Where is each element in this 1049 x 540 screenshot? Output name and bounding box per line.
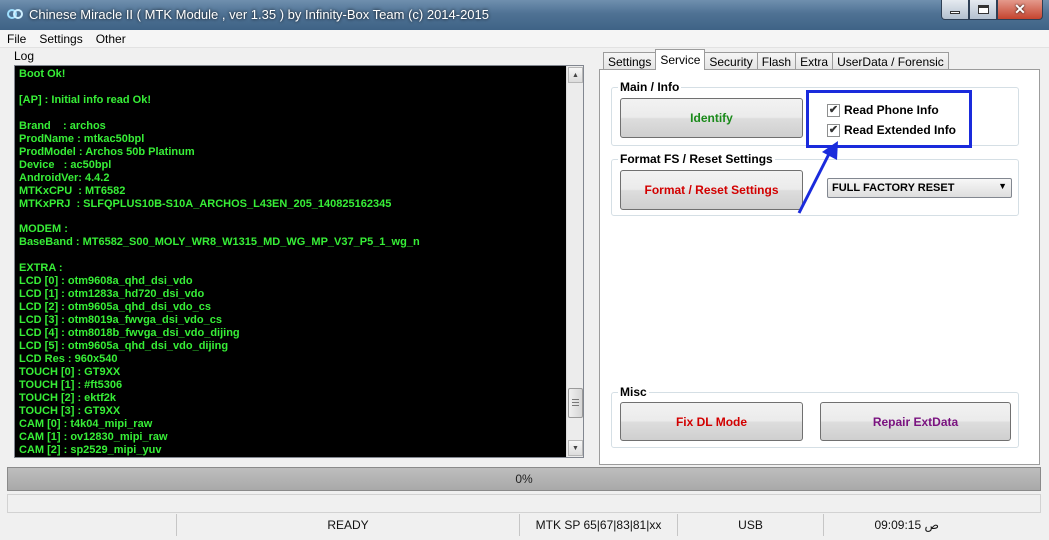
scroll-up-button[interactable]: ▲ bbox=[568, 67, 583, 83]
log-scrollbar[interactable]: ▲ ▼ bbox=[566, 66, 583, 457]
log-line: LCD [1] : otm1283a_hd720_dsi_vdo bbox=[19, 288, 205, 301]
format-reset-button[interactable]: Format / Reset Settings bbox=[620, 170, 803, 210]
arrow-up-icon: ▲ bbox=[572, 71, 579, 79]
reset-mode-value: FULL FACTORY RESET bbox=[832, 182, 955, 194]
log-line: EXTRA : bbox=[19, 262, 63, 275]
format-reset-title: Format FS / Reset Settings bbox=[618, 152, 775, 166]
menu-bar: File Settings Other bbox=[0, 30, 1049, 48]
status-time: 09:09:15 ص bbox=[823, 514, 999, 536]
log-line: CAM [1] : ov12830_mipi_raw bbox=[19, 430, 168, 443]
log-line: LCD [4] : otm8018b_fwvga_dsi_vdo_dijing bbox=[19, 327, 240, 340]
tab-security[interactable]: Security bbox=[704, 52, 758, 70]
status-bar: READY MTK SP 65|67|83|81|xx USB 09:09:15… bbox=[0, 514, 1049, 540]
progress-bar: 0% bbox=[7, 467, 1041, 491]
log-line: LCD [0] : otm9608a_qhd_dsi_vdo bbox=[19, 275, 193, 288]
app-logo-icon bbox=[7, 9, 23, 19]
fix-dl-mode-button[interactable]: Fix DL Mode bbox=[620, 402, 803, 441]
fix-dl-mode-label: Fix DL Mode bbox=[675, 414, 748, 429]
repair-extdata-button[interactable]: Repair ExtData bbox=[820, 402, 1011, 441]
reset-mode-select[interactable]: FULL FACTORY RESET ▼ bbox=[827, 178, 1012, 198]
log-line: [AP] : Initial info read Ok! bbox=[19, 93, 152, 106]
maximize-icon bbox=[977, 5, 989, 14]
log-text: Boot Ok! [AP] : Initial info read Ok! Br… bbox=[19, 68, 569, 456]
log-line: ProdName : mtkac50bpl bbox=[19, 132, 145, 145]
scroll-thumb[interactable] bbox=[568, 388, 583, 418]
repair-extdata-label: Repair ExtData bbox=[872, 414, 959, 429]
log-line: MTKxPRJ : SLFQPLUS10B-S10A_ARCHOS_L43EN_… bbox=[19, 197, 392, 210]
status-ports: MTK SP 65|67|83|81|xx bbox=[519, 514, 677, 536]
tab-settings[interactable]: Settings bbox=[603, 52, 657, 70]
tab-strip: Settings Service Security Flash Extra Us… bbox=[603, 49, 949, 70]
log-line: Boot Ok! bbox=[19, 68, 66, 80]
window-title: Chinese Miracle II ( MTK Module , ver 1.… bbox=[29, 7, 490, 22]
log-panel[interactable]: Boot Ok! [AP] : Initial info read Ok! Br… bbox=[14, 65, 584, 458]
identify-button[interactable]: Identify bbox=[620, 98, 803, 138]
log-line: LCD [3] : otm8019a_fwvga_dsi_vdo_cs bbox=[19, 314, 222, 327]
title-bar: Chinese Miracle II ( MTK Module , ver 1.… bbox=[0, 0, 1049, 30]
log-line: AndroidVer: 4.4.2 bbox=[19, 171, 110, 184]
window-controls: ✕ bbox=[941, 0, 1043, 20]
log-line: MODEM : bbox=[19, 223, 68, 236]
chevron-down-icon: ▼ bbox=[998, 181, 1007, 191]
log-line: ProdModel : Archos 50b Platinum bbox=[19, 145, 195, 158]
log-line: MTKxCPU : MT6582 bbox=[19, 184, 126, 197]
main-info-title: Main / Info bbox=[618, 80, 682, 94]
minimize-icon bbox=[950, 11, 960, 14]
secondary-status-strip bbox=[7, 494, 1041, 513]
log-line: LCD [2] : otm9605a_qhd_dsi_vdo_cs bbox=[19, 301, 211, 314]
menu-file[interactable]: File bbox=[0, 30, 32, 47]
log-line: BaseBand : MT6582_S00_MOLY_WR8_W1315_MD_… bbox=[19, 236, 420, 249]
tab-extra[interactable]: Extra bbox=[795, 52, 834, 70]
annotation-arrow-icon bbox=[797, 141, 838, 214]
identify-label: Identify bbox=[690, 111, 733, 125]
scroll-down-button[interactable]: ▼ bbox=[568, 440, 583, 456]
log-line: CAM [0] : t4k04_mipi_raw bbox=[19, 417, 153, 430]
log-line: CAM [2] : sp2529_mipi_yuv bbox=[19, 443, 162, 456]
status-state: READY bbox=[176, 514, 519, 536]
arrow-down-icon: ▼ bbox=[572, 444, 579, 452]
log-label: Log bbox=[14, 49, 35, 63]
misc-title: Misc bbox=[618, 385, 649, 399]
log-line: TOUCH [1] : #ft5306 bbox=[19, 378, 123, 391]
log-line: TOUCH [3] : GT9XX bbox=[19, 404, 121, 417]
close-icon: ✕ bbox=[1014, 1, 1026, 17]
tab-flash[interactable]: Flash bbox=[756, 52, 797, 70]
maximize-button[interactable] bbox=[969, 0, 997, 20]
log-line: Brand : archos bbox=[19, 119, 106, 132]
minimize-button[interactable] bbox=[941, 0, 969, 20]
tab-service[interactable]: Service bbox=[655, 49, 706, 70]
tab-userdata-forensic[interactable]: UserData / Forensic bbox=[832, 52, 949, 70]
status-empty-seg bbox=[0, 514, 176, 536]
log-line: Device : ac50bpl bbox=[19, 158, 112, 171]
menu-settings[interactable]: Settings bbox=[32, 30, 88, 47]
grip-icon bbox=[572, 398, 579, 408]
log-line: TOUCH [0] : GT9XX bbox=[19, 365, 121, 378]
close-button[interactable]: ✕ bbox=[997, 0, 1043, 20]
status-connection: USB bbox=[677, 514, 823, 536]
menu-other[interactable]: Other bbox=[89, 30, 132, 47]
log-line: LCD [5] : otm9605a_qhd_dsi_vdo_dijing bbox=[19, 340, 229, 353]
progress-text: 0% bbox=[515, 472, 533, 486]
log-line: TOUCH [2] : ektf2k bbox=[19, 391, 116, 404]
log-line: LCD Res : 960x540 bbox=[19, 352, 118, 365]
format-reset-label: Format / Reset Settings bbox=[644, 183, 779, 197]
